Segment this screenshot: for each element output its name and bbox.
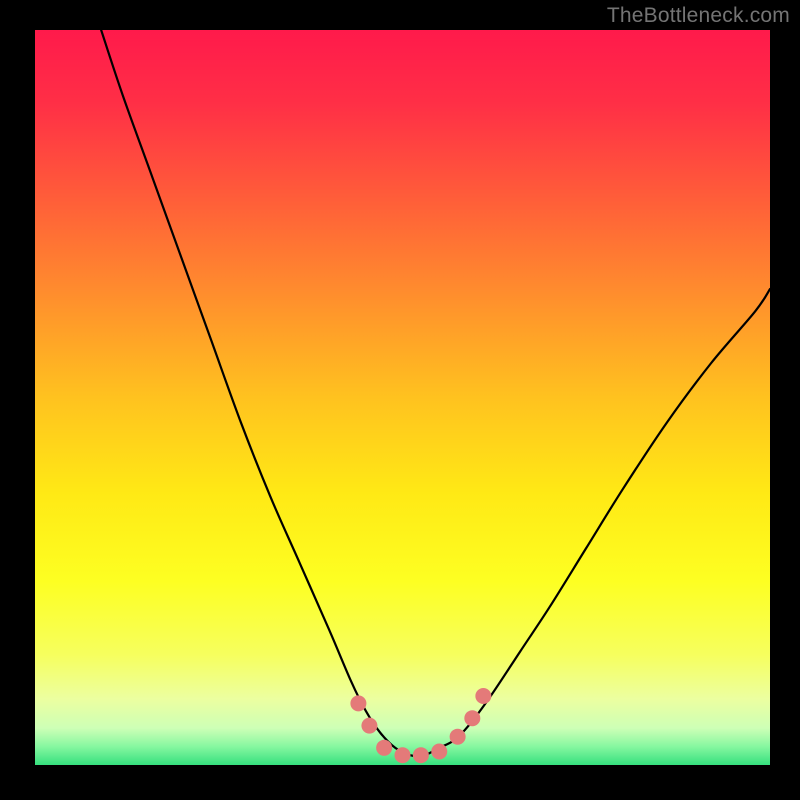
watermark-label: TheBottleneck.com bbox=[607, 4, 790, 28]
plot-frame bbox=[35, 30, 770, 770]
curve-marker bbox=[475, 688, 491, 704]
curve-marker bbox=[464, 710, 480, 726]
curve-marker bbox=[350, 695, 366, 711]
curve-marker bbox=[376, 740, 392, 756]
plot-area bbox=[35, 30, 770, 770]
curve-marker bbox=[413, 747, 429, 763]
curve-marker bbox=[361, 718, 377, 734]
bottleneck-curve bbox=[35, 30, 770, 770]
curve-marker bbox=[450, 729, 466, 745]
curve-marker bbox=[395, 747, 411, 763]
chart-stage: TheBottleneck.com bbox=[0, 0, 800, 800]
curve-marker bbox=[431, 744, 447, 760]
